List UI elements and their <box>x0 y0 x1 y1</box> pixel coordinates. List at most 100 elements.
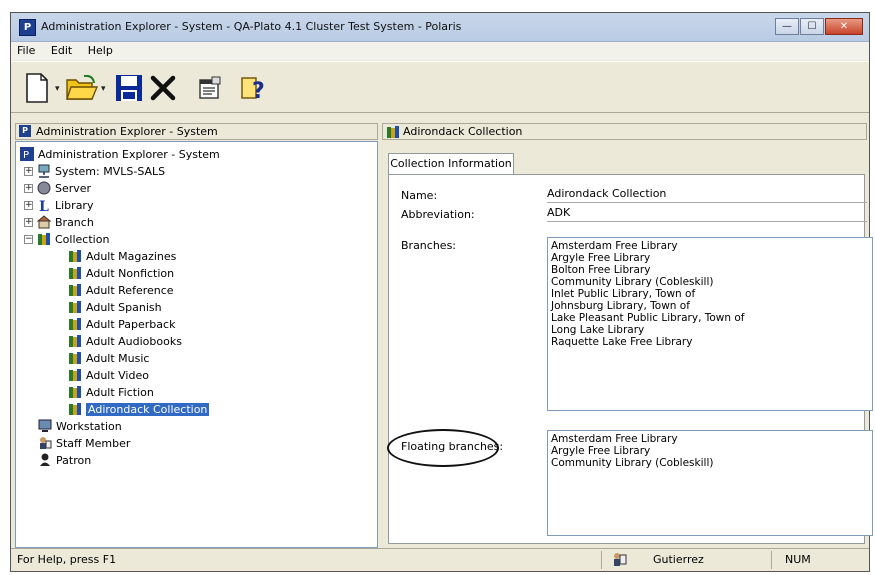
list-item[interactable]: Inlet Public Library, Town of <box>551 288 869 300</box>
right-pane: Adirondack Collection Collection Informa… <box>382 123 873 548</box>
whats-this-button[interactable]: ? <box>239 72 271 104</box>
tree-item-collection-4[interactable]: Adult Paperback <box>68 316 175 332</box>
delete-button[interactable] <box>147 72 179 104</box>
books-icon <box>68 402 82 416</box>
collapse-icon[interactable]: − <box>24 234 33 244</box>
tree-item-collection-7[interactable]: Adult Video <box>68 367 149 383</box>
expand-icon[interactable]: + <box>24 183 33 193</box>
new-document-icon <box>26 73 48 103</box>
tree-item-collection-8[interactable]: Adult Fiction <box>68 384 154 400</box>
minimize-icon: — <box>782 21 792 32</box>
tree-item-branch[interactable]: + Branch <box>24 214 94 230</box>
maximize-button[interactable]: ☐ <box>800 18 824 35</box>
list-item[interactable]: Argyle Free Library <box>551 252 869 264</box>
name-field[interactable]: Adirondack Collection <box>547 187 867 203</box>
collection-header-icon <box>386 125 400 143</box>
status-bar: For Help, press F1 Gutierrez NUM <box>11 548 869 571</box>
open-button[interactable] <box>66 72 98 104</box>
status-num-lock: NUM <box>785 553 811 566</box>
application-window: P Administration Explorer - System - QA-… <box>10 12 873 572</box>
status-help-text: For Help, press F1 <box>17 553 117 566</box>
open-folder-icon <box>66 75 98 100</box>
tree-item-system[interactable]: + System: MVLS-SALS <box>24 163 165 179</box>
expand-icon[interactable]: + <box>24 166 33 176</box>
window-title: Administration Explorer - System - QA-Pl… <box>41 20 462 33</box>
tree-root[interactable]: P Administration Explorer - System <box>20 146 220 162</box>
left-pane-title: Administration Explorer - System <box>36 125 218 138</box>
tree-item-server[interactable]: + Server <box>24 180 91 196</box>
abbreviation-field[interactable]: ADK <box>547 206 867 222</box>
books-icon <box>68 317 82 331</box>
minimize-button[interactable]: — <box>775 18 799 35</box>
expand-icon[interactable]: + <box>24 200 33 210</box>
menu-help[interactable]: Help <box>82 42 119 59</box>
tree-item-collection-0[interactable]: Adult Magazines <box>68 248 176 264</box>
status-divider <box>601 551 602 569</box>
tree-item-collection-2[interactable]: Adult Reference <box>68 282 174 298</box>
list-item[interactable]: Amsterdam Free Library <box>551 433 869 445</box>
toolbar: ▾ ▾ ? <box>11 61 869 113</box>
tab-collection-information[interactable]: Collection Information <box>388 153 514 175</box>
close-button[interactable]: ✕ <box>825 18 863 35</box>
tree-item-label: Adult Reference <box>86 283 174 297</box>
open-dropdown-arrow[interactable]: ▾ <box>101 84 110 94</box>
list-item[interactable]: Long Lake Library <box>551 324 869 336</box>
tree-view[interactable]: P Administration Explorer - System + Sys… <box>15 141 378 548</box>
tree-item-label: Server <box>55 181 92 195</box>
new-button[interactable] <box>21 72 53 104</box>
list-item[interactable]: Lake Pleasant Public Library, Town of <box>551 312 869 324</box>
tree-item-collection-3[interactable]: Adult Spanish <box>68 299 162 315</box>
tree-item-label-selected: Adirondack Collection <box>86 402 210 416</box>
user-icon <box>611 551 627 567</box>
branch-building-icon <box>37 215 51 229</box>
tree-item-label: Adult Music <box>86 351 150 365</box>
list-item[interactable]: Community Library (Cobleskill) <box>551 276 869 288</box>
save-icon <box>116 75 142 101</box>
list-item[interactable]: Argyle Free Library <box>551 445 869 457</box>
floating-branches-list[interactable]: Amsterdam Free Library Argyle Free Libra… <box>547 430 873 536</box>
tree-item-label: Adult Spanish <box>86 300 162 314</box>
tree-item-label: Library <box>55 198 94 212</box>
svg-text:P: P <box>23 150 29 161</box>
menu-file[interactable]: File <box>11 42 41 59</box>
properties-button[interactable] <box>194 72 226 104</box>
save-button[interactable] <box>113 72 145 104</box>
tree-item-collection-9-selected[interactable]: Adirondack Collection <box>68 401 210 417</box>
polaris-app-icon[interactable]: P <box>19 19 36 36</box>
expand-icon[interactable]: + <box>24 217 33 227</box>
list-item[interactable]: Raquette Lake Free Library <box>551 336 869 348</box>
list-item[interactable]: Johnsburg Library, Town of <box>551 300 869 312</box>
workstation-icon <box>38 419 52 433</box>
tree-item-collection-5[interactable]: Adult Audiobooks <box>68 333 182 349</box>
right-pane-title: Adirondack Collection <box>403 125 523 138</box>
status-divider <box>771 551 772 569</box>
network-icon <box>37 164 51 178</box>
list-item[interactable]: Community Library (Cobleskill) <box>551 457 869 469</box>
tree-item-collection-1[interactable]: Adult Nonfiction <box>68 265 174 281</box>
tab-strip: Collection Information <box>388 153 867 175</box>
tree-item-workstation[interactable]: Workstation <box>38 418 122 434</box>
tree-root-label: Administration Explorer - System <box>38 147 220 161</box>
list-item[interactable]: Bolton Free Library <box>551 264 869 276</box>
list-item[interactable]: Amsterdam Free Library <box>551 240 869 252</box>
branches-label: Branches: <box>401 239 457 252</box>
tree-item-staff-member[interactable]: Staff Member <box>38 435 130 451</box>
status-user: Gutierrez <box>653 553 704 566</box>
tree-item-patron[interactable]: Patron <box>38 452 91 468</box>
delete-icon <box>150 75 176 101</box>
menu-edit[interactable]: Edit <box>45 42 78 59</box>
tree-item-library[interactable]: + L Library <box>24 197 93 213</box>
new-dropdown-arrow[interactable]: ▾ <box>55 84 64 94</box>
tree-item-label: Adult Paperback <box>86 317 176 331</box>
tree-item-label: Adult Nonfiction <box>86 266 175 280</box>
books-icon <box>68 266 82 280</box>
tree-item-collection-6[interactable]: Adult Music <box>68 350 149 366</box>
tree-item-label: Adult Fiction <box>86 385 154 399</box>
tree-item-label: Branch <box>55 215 94 229</box>
tree-item-label: Adult Audiobooks <box>86 334 182 348</box>
library-icon: L <box>37 198 51 212</box>
tree-item-collection[interactable]: − Collection <box>24 231 109 247</box>
title-bar[interactable]: P Administration Explorer - System - QA-… <box>11 13 869 42</box>
branches-list[interactable]: Amsterdam Free Library Argyle Free Libra… <box>547 237 873 411</box>
tree-item-label: Adult Video <box>86 368 149 382</box>
